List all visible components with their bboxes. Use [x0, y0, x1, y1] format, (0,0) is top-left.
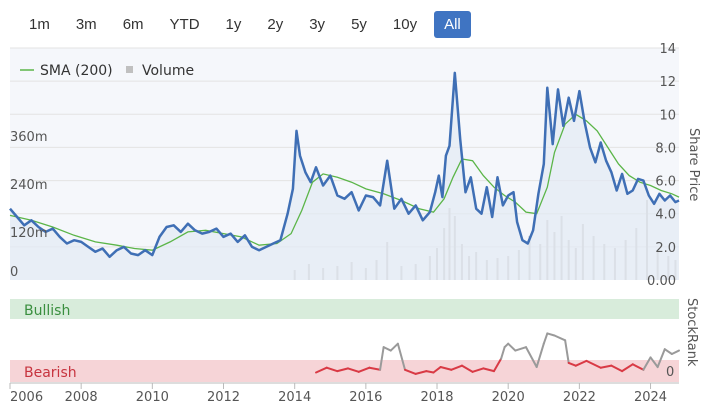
x-tick-label: 2014: [278, 390, 311, 404]
price-axis-title: Share Price: [686, 128, 701, 201]
price-tick-label: 0.00: [647, 274, 676, 289]
x-axis-ticks: 2006 2008 2010 2012 2014 2016 2018 2020 2022 2024: [9, 383, 667, 404]
x-tick-label: 2010: [136, 390, 169, 404]
x-tick-label: 2016: [349, 390, 382, 404]
stockrank-segment-bearish: [425, 370, 435, 374]
stockrank-segment: [670, 349, 680, 355]
bullish-band-label: Bullish: [24, 303, 70, 319]
price-tick-label: 8.0: [655, 141, 676, 156]
volume-tick-label: 240m: [10, 178, 47, 193]
legend-sma-label: SMA (200): [40, 63, 113, 79]
stockrank-segment: [500, 346, 506, 360]
stockrank-segment: [546, 332, 556, 337]
stockrank-segment: [663, 348, 673, 355]
x-tick-label: 2012: [207, 390, 240, 404]
bullish-band: [10, 299, 679, 319]
x-tick-label: 2020: [492, 390, 525, 404]
price-tick-label: 12: [659, 75, 676, 90]
price-tick-label: 10: [659, 108, 676, 123]
stockrank-segment: [382, 346, 392, 352]
stockrank-axis-title: StockRank: [684, 298, 699, 367]
stockrank-tick-0: 0: [666, 365, 674, 380]
stockrank-segment: [389, 342, 399, 352]
price-tick-label: 14: [659, 42, 676, 57]
legend-volume-label: Volume: [142, 63, 194, 79]
x-tick-label: 2018: [420, 390, 453, 404]
volume-tick-label: 360m: [10, 130, 47, 145]
x-tick-label: 2006: [10, 390, 43, 404]
stockrank-segment: [564, 339, 570, 364]
volume-tick-label: 120m: [10, 226, 47, 241]
stockrank-segment: [542, 332, 549, 345]
stockrank-segment: [507, 342, 517, 352]
volume-tick-label: 0: [10, 265, 18, 280]
bearish-band-label: Bearish: [24, 365, 77, 381]
chart-legend: SMA (200) Volume: [20, 63, 194, 79]
price-tick-label: 4.0: [655, 208, 676, 223]
legend-volume-swatch: [126, 66, 133, 73]
x-tick-label: 2024: [634, 390, 667, 404]
x-tick-label: 2022: [563, 390, 596, 404]
stockrank-segment: [553, 334, 567, 342]
x-tick-label: 2008: [65, 390, 98, 404]
price-chart: SMA (200) Volume 0.002.04.06.08.0101214 …: [9, 42, 701, 404]
price-tick-label: 2.0: [655, 241, 676, 256]
price-tick-label: 6.0: [655, 175, 676, 190]
stockrank-segment: [514, 346, 527, 352]
